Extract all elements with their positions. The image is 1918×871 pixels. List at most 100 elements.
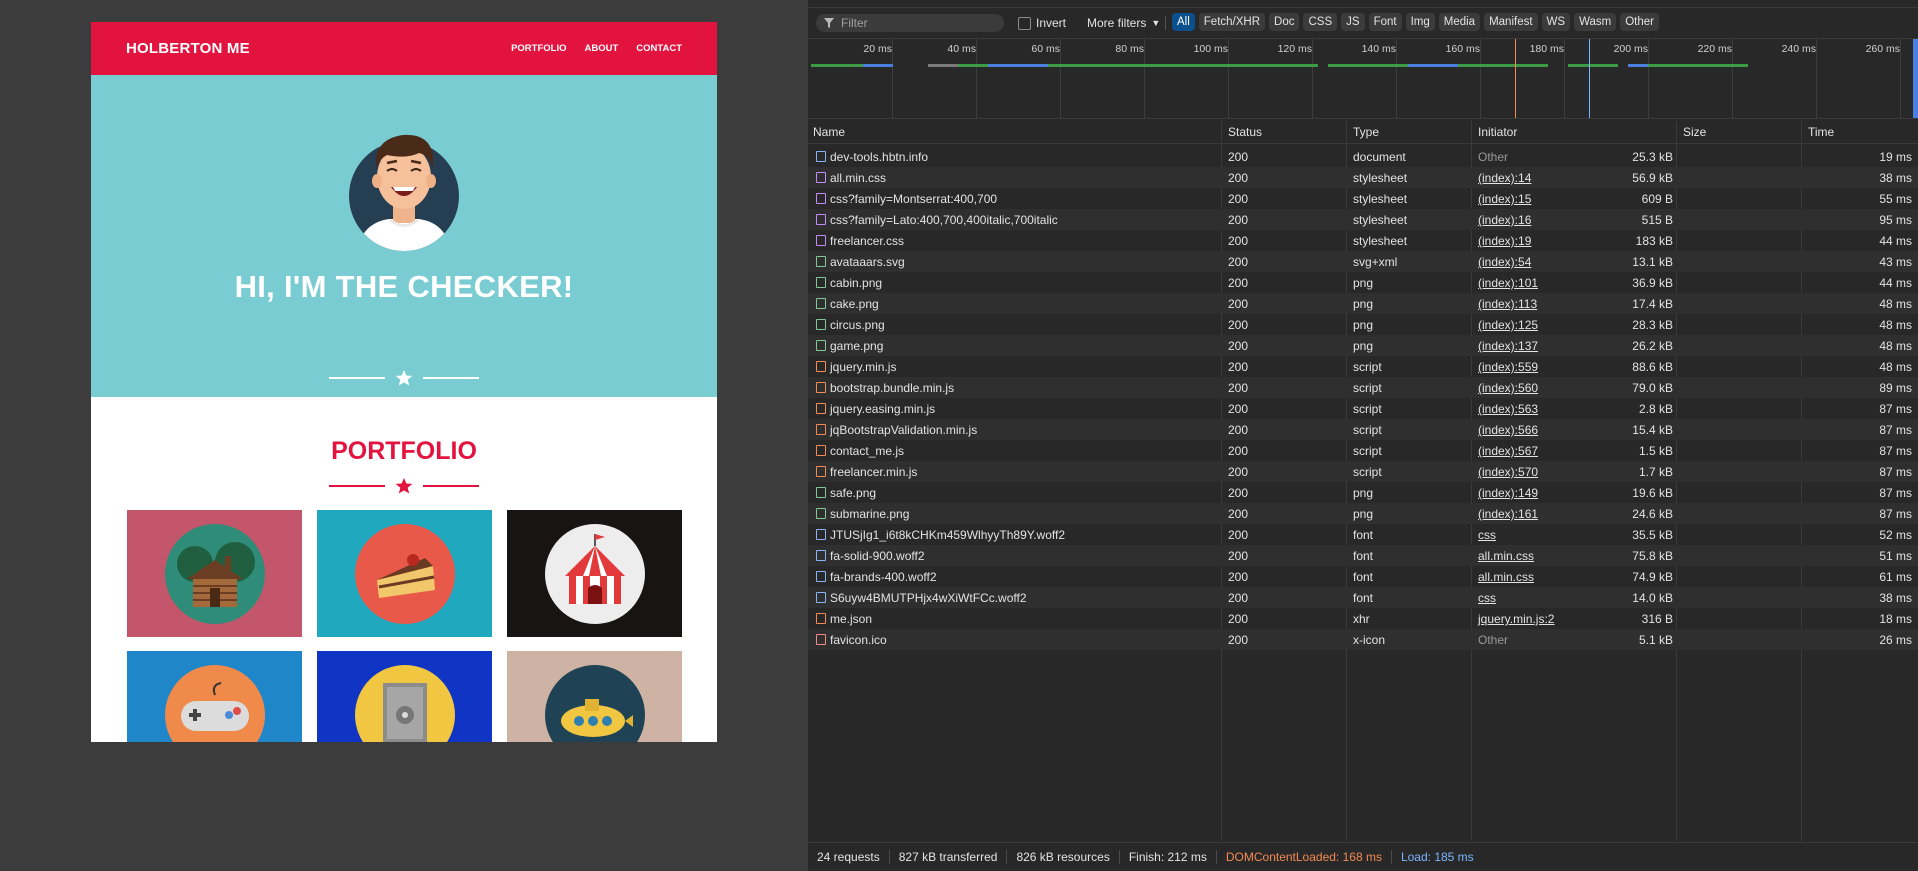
request-row[interactable]: fa-solid-900.woff2 200 font all.min.css 75.8… <box>808 545 1918 566</box>
request-time: 89 ms <box>1879 381 1912 395</box>
request-row[interactable]: freelancer.min.js 200 script (index):570 1.7… <box>808 461 1918 482</box>
request-initiator[interactable]: (index):137 <box>1478 339 1538 353</box>
request-row[interactable]: freelancer.css 200 stylesheet (index):19 183… <box>808 230 1918 251</box>
filter-chip-css[interactable]: CSS <box>1303 13 1338 31</box>
filter-chip-img[interactable]: Img <box>1405 13 1435 31</box>
cabin-icon <box>164 523 265 624</box>
request-initiator[interactable]: all.min.css <box>1478 570 1534 584</box>
request-row[interactable]: contact_me.js 200 script (index):567 1.5 kB 8… <box>808 440 1918 461</box>
request-initiator[interactable]: css <box>1478 528 1496 542</box>
site-brand[interactable]: HOLBERTON ME <box>126 40 250 57</box>
request-row[interactable]: dev-tools.hbtn.info 200 document Other 25.3 … <box>808 146 1918 167</box>
request-initiator[interactable]: (index):125 <box>1478 318 1538 332</box>
request-initiator[interactable]: (index):16 <box>1478 213 1531 227</box>
request-initiator[interactable]: (index):560 <box>1478 381 1538 395</box>
request-initiator[interactable]: (index):570 <box>1478 465 1538 479</box>
game-controller-icon <box>164 664 265 742</box>
request-initiator[interactable]: (index):149 <box>1478 486 1538 500</box>
nav-link-portfolio[interactable]: PORTFOLIO <box>511 43 566 54</box>
filter-chip-manifest[interactable]: Manifest <box>1484 13 1538 31</box>
request-row[interactable]: me.json 200 xhr jquery.min.js:2 316 B 18 ms <box>808 608 1918 629</box>
request-row[interactable]: css?family=Montserrat:400,700 200 styleshe… <box>808 188 1918 209</box>
portfolio-item-cabin[interactable] <box>127 510 302 637</box>
timeline-tick: 60 ms <box>1031 43 1060 55</box>
portfolio-item-cake[interactable] <box>317 510 492 637</box>
request-initiator[interactable]: (index):567 <box>1478 444 1538 458</box>
request-type: stylesheet <box>1353 171 1408 185</box>
request-initiator[interactable]: (index):161 <box>1478 507 1538 521</box>
request-initiator[interactable]: (index):15 <box>1478 192 1531 206</box>
toolbar-separator <box>1165 16 1166 30</box>
nav-link-contact[interactable]: CONTACT <box>636 43 682 54</box>
timeline-tick: 100 ms <box>1193 43 1228 55</box>
request-name: dev-tools.hbtn.info <box>830 150 929 164</box>
col-header-type[interactable]: Type <box>1353 125 1379 139</box>
request-name: css?family=Montserrat:400,700 <box>830 192 998 206</box>
request-row[interactable]: S6uyw4BMUTPHjx4wXiWtFCc.woff2 200 font css 1… <box>808 587 1918 608</box>
request-initiator[interactable]: jquery.min.js:2 <box>1478 612 1554 626</box>
filter-chip-ws[interactable]: WS <box>1541 13 1571 31</box>
col-header-status[interactable]: Status <box>1228 125 1262 139</box>
request-initiator[interactable]: (index):101 <box>1478 276 1538 290</box>
filter-chip-js[interactable]: JS <box>1341 13 1365 31</box>
filter-chip-font[interactable]: Font <box>1368 13 1402 31</box>
invert-checkbox[interactable] <box>1018 16 1031 30</box>
request-row[interactable]: JTUSjIg1_i6t8kCHKm459WlhyyTh89Y.woff2 200… <box>808 524 1918 545</box>
request-status: 200 <box>1228 255 1249 269</box>
portfolio-item-submarine[interactable] <box>507 651 682 742</box>
request-initiator[interactable]: (index):19 <box>1478 234 1531 248</box>
col-header-name[interactable]: Name <box>813 125 845 139</box>
request-row[interactable]: jquery.easing.min.js 200 script (index):563… <box>808 398 1918 419</box>
status-load: Load: 185 ms <box>1400 850 1474 864</box>
request-time: 87 ms <box>1879 423 1912 437</box>
request-name: freelancer.min.js <box>830 465 918 479</box>
portfolio-item-circus[interactable] <box>507 510 682 637</box>
request-row[interactable]: circus.png 200 png (index):125 28.3 kB 48 ms <box>808 314 1918 335</box>
request-time: 55 ms <box>1879 192 1912 206</box>
request-row[interactable]: submarine.png 200 png (index):161 24.6 kB 87 … <box>808 503 1918 524</box>
nav-link-about[interactable]: ABOUT <box>584 43 618 54</box>
col-header-time[interactable]: Time <box>1808 125 1834 139</box>
request-initiator[interactable]: css <box>1478 591 1496 605</box>
request-initiator[interactable]: (index):14 <box>1478 171 1531 185</box>
timeline-scroll-handle[interactable] <box>1913 39 1918 118</box>
request-row[interactable]: safe.png 200 png (index):149 19.6 kB 87 ms <box>808 482 1918 503</box>
filter-chip-other[interactable]: Other <box>1620 13 1659 31</box>
network-overview-timeline[interactable]: 20 ms 40 ms 60 ms 80 ms 100 ms 120 ms 14… <box>808 38 1918 119</box>
request-time: 48 ms <box>1879 318 1912 332</box>
request-initiator[interactable]: all.min.css <box>1478 549 1534 563</box>
col-header-initiator[interactable]: Initiator <box>1478 125 1517 139</box>
request-initiator[interactable]: (index):559 <box>1478 360 1538 374</box>
request-row[interactable]: game.png 200 png (index):137 26.2 kB 48 ms <box>808 335 1918 356</box>
request-initiator[interactable]: (index):563 <box>1478 402 1538 416</box>
request-row[interactable]: fa-brands-400.woff2 200 font all.min.css 74.… <box>808 566 1918 587</box>
timeline-bar <box>988 64 1048 67</box>
filter-input[interactable]: Filter <box>816 14 1004 32</box>
request-initiator[interactable]: (index):54 <box>1478 255 1531 269</box>
img-file-icon <box>816 340 826 351</box>
js-file-icon <box>816 466 826 477</box>
filter-chip-wasm[interactable]: Wasm <box>1574 13 1617 31</box>
col-header-size[interactable]: Size <box>1683 125 1706 139</box>
request-row[interactable]: all.min.css 200 stylesheet (index):14 56.9 k… <box>808 167 1918 188</box>
filter-chip-all[interactable]: All <box>1172 13 1195 31</box>
request-row[interactable]: css?family=Lato:400,700,400italic,700ita… <box>808 209 1918 230</box>
request-row[interactable]: jquery.min.js 200 script (index):559 88.6 kB… <box>808 356 1918 377</box>
request-row[interactable]: cake.png 200 png (index):113 17.4 kB 48 ms <box>808 293 1918 314</box>
request-initiator[interactable]: (index):566 <box>1478 423 1538 437</box>
timeline-bar <box>1458 64 1548 67</box>
request-initiator[interactable]: (index):113 <box>1478 297 1537 311</box>
request-size: 17.4 kB <box>1632 297 1673 311</box>
portfolio-item-safe[interactable] <box>317 651 492 742</box>
request-row[interactable]: jqBootstrapValidation.min.js 200 script (in… <box>808 419 1918 440</box>
request-row[interactable]: avataaars.svg 200 svg+xml (index):54 13.1 kB… <box>808 251 1918 272</box>
request-row[interactable]: favicon.ico 200 x-icon Other 5.1 kB 26 ms <box>808 629 1918 650</box>
invert-toggle[interactable]: Invert <box>1018 16 1066 30</box>
filter-chip-media[interactable]: Media <box>1438 13 1481 31</box>
filter-chip-fetch-xhr[interactable]: Fetch/XHR <box>1198 13 1266 31</box>
request-row[interactable]: cabin.png 200 png (index):101 36.9 kB 44 ms <box>808 272 1918 293</box>
more-filters-dropdown[interactable]: More filters ▼ <box>1087 16 1160 30</box>
request-row[interactable]: bootstrap.bundle.min.js 200 script (index):… <box>808 377 1918 398</box>
filter-chip-doc[interactable]: Doc <box>1269 13 1300 31</box>
portfolio-item-game[interactable] <box>127 651 302 742</box>
